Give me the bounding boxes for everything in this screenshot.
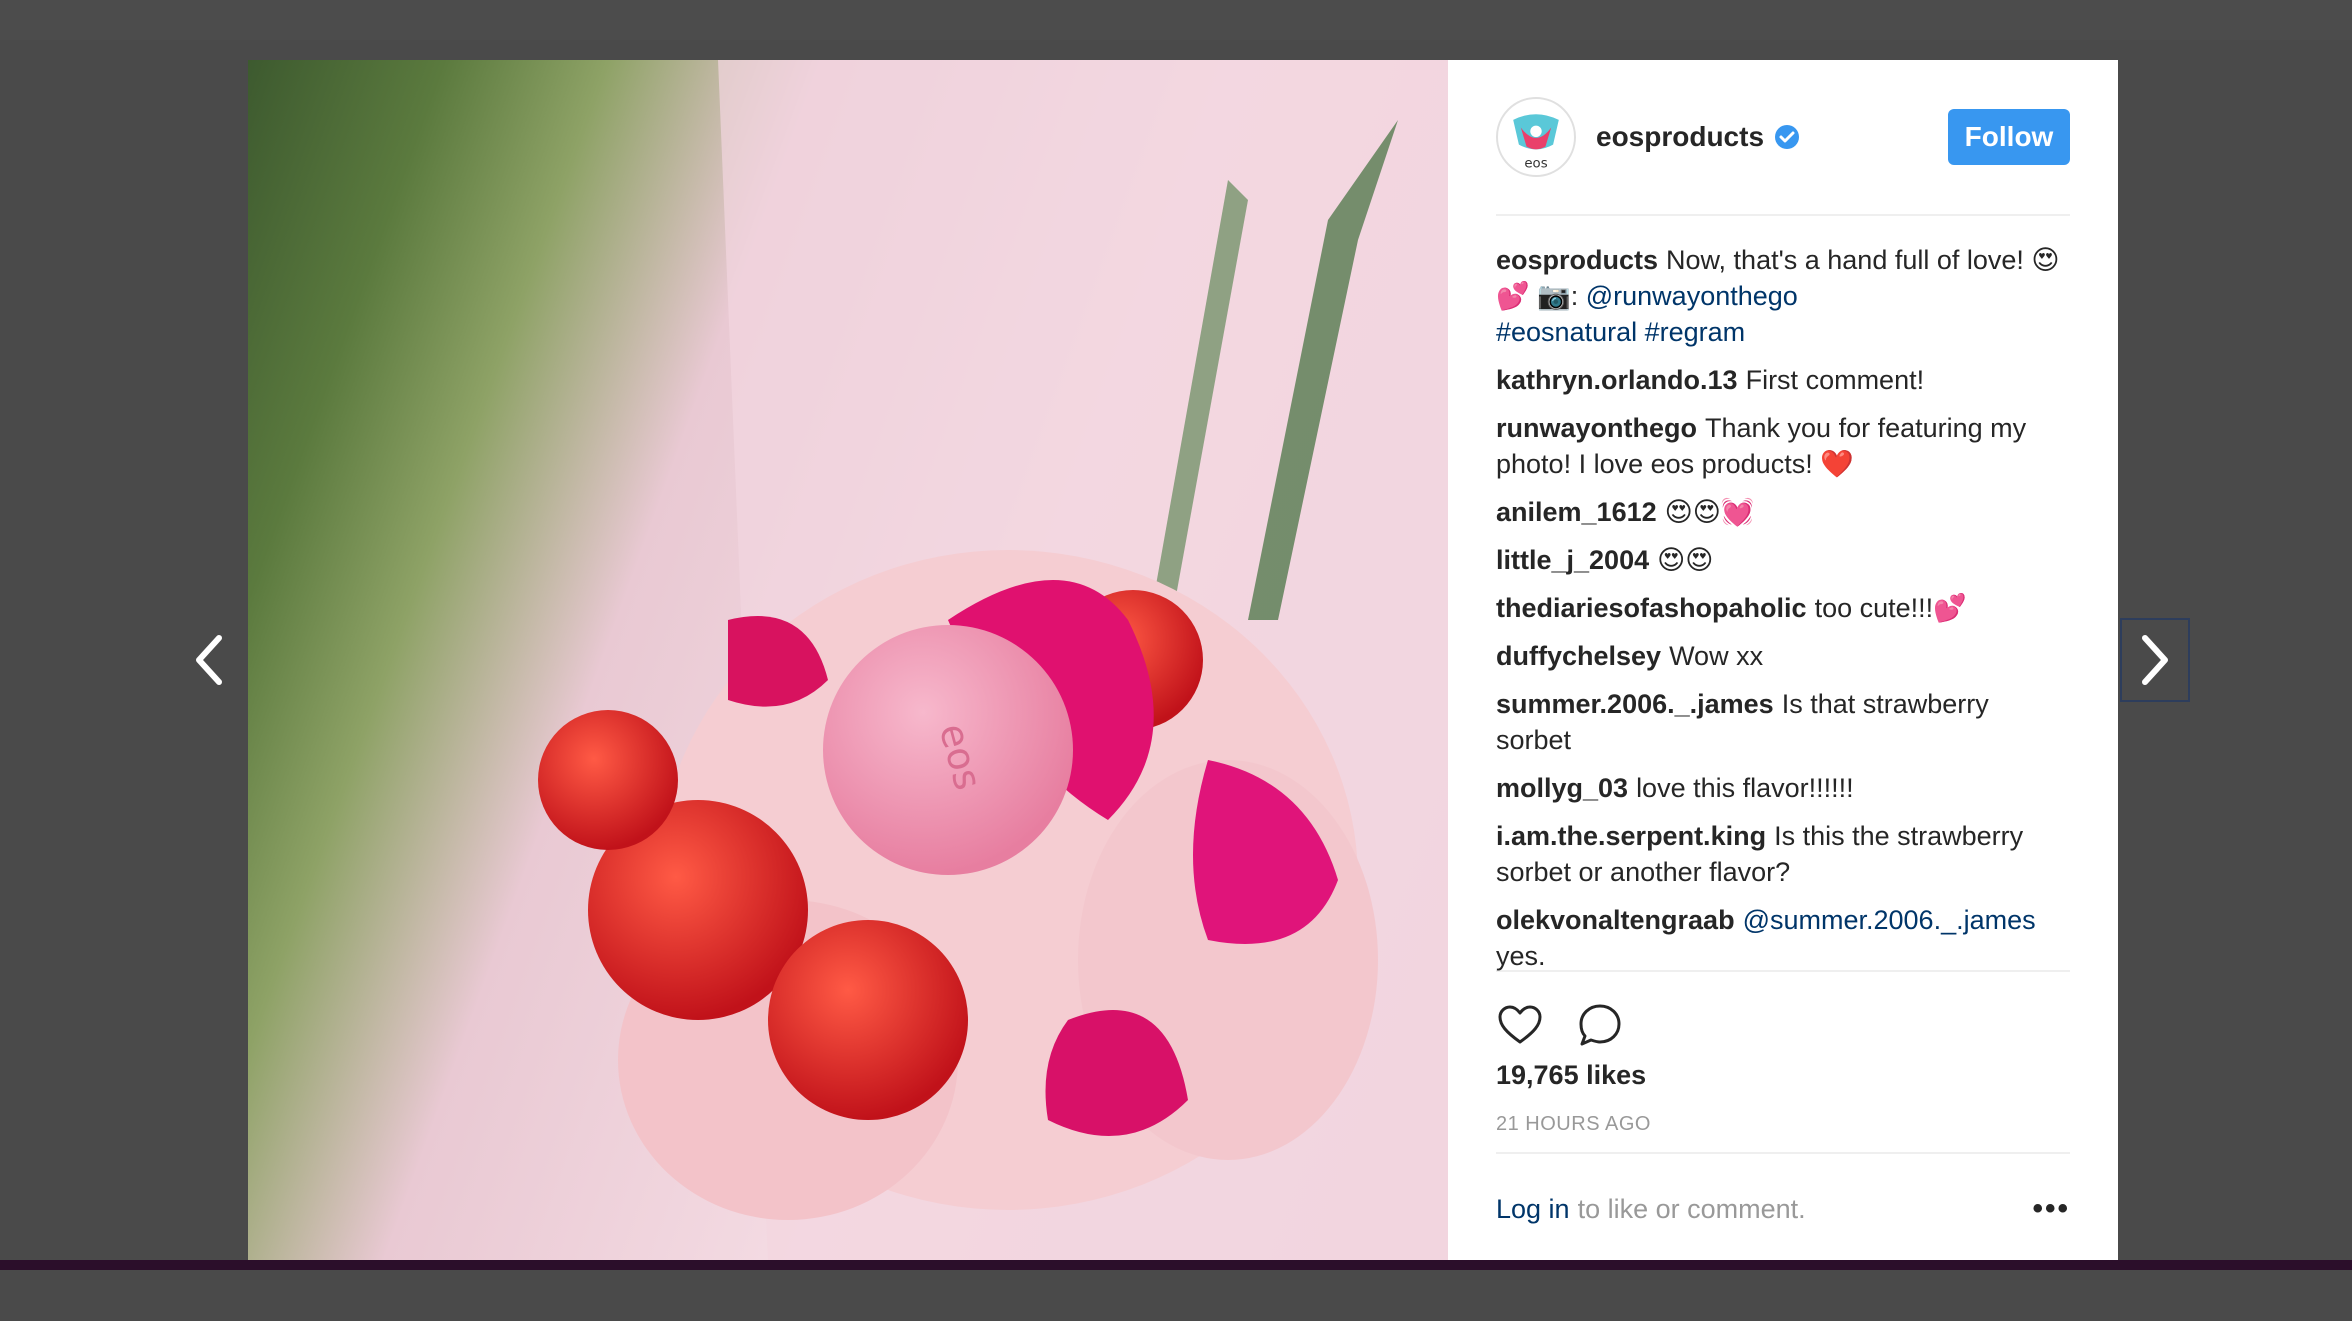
list-item: i.am.the.serpent.king Is this the strawbe… — [1496, 818, 2070, 890]
backdrop-footer — [0, 1270, 2352, 1321]
post-photo: eos — [248, 60, 1448, 1260]
comment-text: Wow xx — [1669, 641, 1764, 671]
comment-text: 😍😍💓 — [1664, 497, 1755, 527]
action-bar — [1496, 972, 2070, 1056]
list-item: duffychelsey Wow xx — [1496, 638, 2070, 674]
overlay-backdrop — [0, 0, 2352, 40]
list-item: kathryn.orlando.13 First comment! — [1496, 362, 2070, 398]
login-link[interactable]: Log in — [1496, 1194, 1570, 1225]
caption-mention[interactable]: @runwayonthego — [1586, 281, 1798, 311]
comment-username[interactable]: anilem_1612 — [1496, 497, 1657, 527]
comment-text: First comment! — [1745, 365, 1925, 395]
comment-text: love this flavor!!!!!! — [1636, 773, 1854, 803]
eos-logo-icon: eos — [1499, 100, 1573, 174]
comment-username[interactable]: summer.2006._.james — [1496, 689, 1774, 719]
post-sidebar: eos eosproducts Follow eosproducts Now, t… — [1448, 60, 2118, 1260]
heart-outline-icon[interactable] — [1496, 1001, 1544, 1049]
list-item: anilem_1612 😍😍💓 — [1496, 494, 2070, 530]
previous-post-button[interactable] — [174, 618, 244, 702]
login-prompt-text: to like or comment. — [1577, 1193, 1806, 1224]
svg-text:eos: eos — [1524, 156, 1547, 171]
post-author-username[interactable]: eosproducts — [1596, 121, 1764, 153]
comment-username[interactable]: i.am.the.serpent.king — [1496, 821, 1766, 851]
photo-illustration: eos — [538, 60, 1448, 1260]
list-item: olekvonaltengraab @summer.2006._.james ye… — [1496, 902, 2070, 974]
comment-username[interactable]: eosproducts — [1496, 245, 1658, 275]
list-item: runwayonthego Thank you for featuring my … — [1496, 410, 2070, 482]
speech-bubble-icon[interactable] — [1576, 1001, 1624, 1049]
likes-count[interactable]: 19,765 likes — [1496, 1060, 2070, 1091]
chevron-left-icon — [196, 635, 222, 685]
caption-hashtags[interactable]: #eosnatural #regram — [1496, 317, 1745, 347]
caption: eosproducts Now, that's a hand full of lo… — [1496, 242, 2070, 350]
list-item: thediariesofashopaholic too cute!!!💕 — [1496, 590, 2070, 626]
follow-button[interactable]: Follow — [1948, 109, 2070, 165]
comment-username[interactable]: mollyg_03 — [1496, 773, 1628, 803]
comment-username[interactable]: olekvonaltengraab — [1496, 905, 1735, 935]
comment-text: 😍😍 — [1657, 545, 1714, 575]
post-timestamp[interactable]: 21 HOURS AGO — [1496, 1113, 2070, 1154]
list-item: little_j_2004 😍😍 — [1496, 542, 2070, 578]
comment-mention[interactable]: @summer.2006._.james — [1743, 905, 2036, 935]
list-item: summer.2006._.james Is that strawberry so… — [1496, 686, 2070, 758]
comment-username[interactable]: kathryn.orlando.13 — [1496, 365, 1738, 395]
comment-username[interactable]: little_j_2004 — [1496, 545, 1649, 575]
avatar[interactable]: eos — [1496, 97, 1576, 177]
bottom-divider — [0, 1260, 2352, 1270]
list-item: mollyg_03 love this flavor!!!!!! — [1496, 770, 2070, 806]
more-options-button[interactable]: ••• — [2032, 1192, 2070, 1226]
verified-badge-icon — [1775, 125, 1800, 149]
comment-text: yes. — [1496, 941, 1546, 971]
login-prompt: Log in to like or comment. ••• — [1496, 1154, 2070, 1264]
next-post-button[interactable] — [2120, 618, 2190, 702]
comment-username[interactable]: duffychelsey — [1496, 641, 1661, 671]
comment-username[interactable]: thediariesofashopaholic — [1496, 593, 1807, 623]
chevron-right-icon — [2142, 635, 2168, 685]
post-header: eos eosproducts Follow — [1496, 60, 2070, 216]
post-modal: eos eos eosproducts Follow eosproducts N… — [248, 60, 2118, 1260]
comment-text: too cute!!!💕 — [1814, 593, 1967, 623]
comments-list: eosproducts Now, that's a hand full of lo… — [1496, 216, 2070, 972]
comment-username[interactable]: runwayonthego — [1496, 413, 1697, 443]
